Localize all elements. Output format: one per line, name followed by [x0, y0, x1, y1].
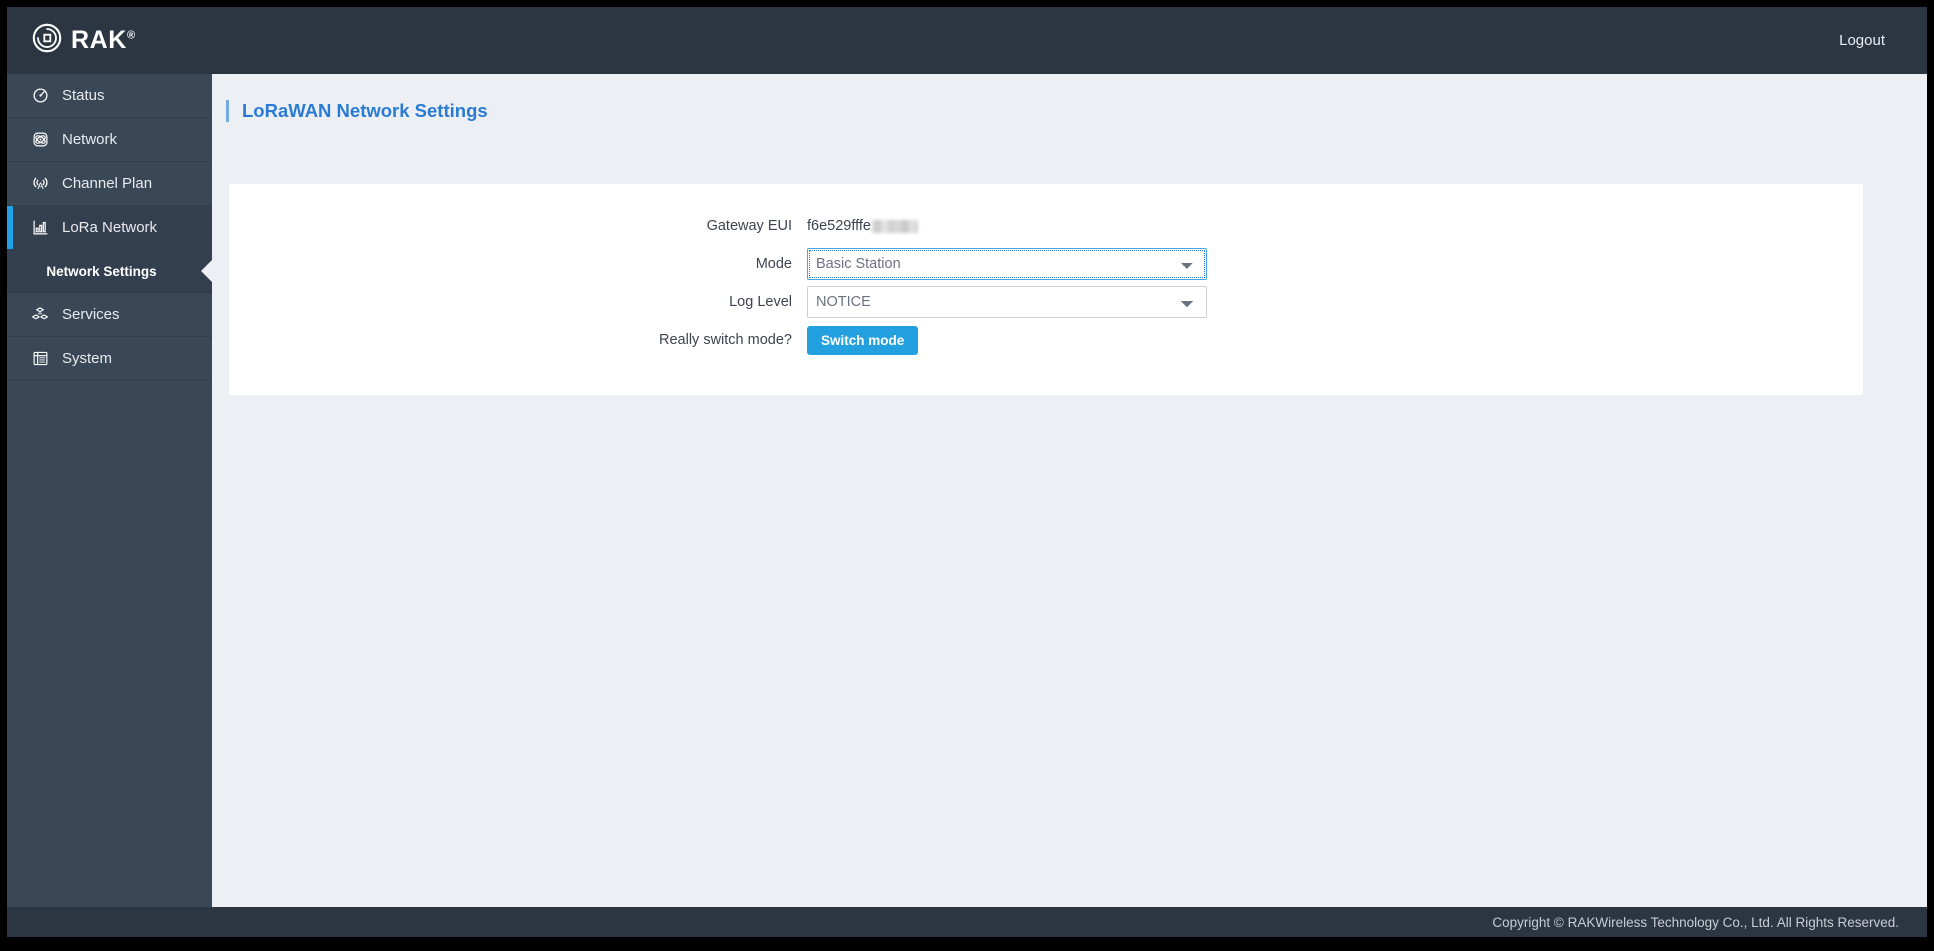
page-title-wrapper: LoRaWAN Network Settings — [226, 96, 1927, 126]
top-header-bar: RAK® Logout — [7, 7, 1927, 74]
sidebar-item-status[interactable]: Status — [7, 74, 212, 118]
sidebar-item-label: Network — [62, 131, 118, 148]
gateway-eui-value: f6e529fffe — [807, 210, 1207, 242]
settings-card: Gateway EUI f6e529fffe Mode Basic Statio… — [229, 184, 1863, 395]
mode-select[interactable]: Basic StationPacket ForwarderStation — [807, 248, 1207, 280]
app-window: RAK® Logout Status Network A Channel Pla… — [7, 7, 1927, 937]
list-table-icon — [29, 348, 51, 370]
dashboard-gauge-icon — [29, 85, 51, 107]
sidebar-item-services[interactable]: Services — [7, 293, 212, 337]
sidebar-item-network[interactable]: Network — [7, 118, 212, 162]
really-switch-mode-label: Really switch mode? — [659, 332, 792, 349]
sidebar-item-channel-plan[interactable]: A Channel Plan — [7, 162, 212, 206]
copyright-text: Copyright © RAKWireless Technology Co., … — [1492, 914, 1899, 930]
antenna-broadcast-icon: A — [29, 173, 51, 195]
logout-link[interactable]: Logout — [1839, 7, 1885, 74]
brand-wordmark: RAK® — [71, 28, 136, 53]
rak-spiral-logo-icon — [32, 23, 62, 58]
sidebar-item-system[interactable]: System — [7, 337, 212, 381]
page-title-accent-bar — [226, 100, 229, 122]
mode-label: Mode — [755, 255, 792, 272]
brand-logo[interactable]: RAK® — [32, 23, 136, 58]
sidebar-item-label: System — [62, 350, 113, 367]
page-title: LoRaWAN Network Settings — [242, 99, 488, 121]
svg-text:A: A — [37, 181, 44, 192]
sidebar-subitem-label: Network Settings — [46, 263, 157, 279]
sidebar-nav: Status Network A Channel Plan LoRa Netwo… — [7, 74, 212, 924]
gateway-eui-text: f6e529fffe — [807, 217, 871, 234]
active-pointer-arrow-icon — [201, 260, 212, 282]
form-row-log-level: Log Level DEBUGINFONOTICEWARNINGERRORCRI… — [229, 286, 1863, 318]
log-level-label: Log Level — [729, 293, 792, 310]
cubes-stack-icon — [29, 304, 51, 326]
sidebar-item-label: Channel Plan — [62, 175, 153, 192]
sidebar-item-label: LoRa Network — [62, 219, 158, 236]
sidebar-item-label: Status — [62, 87, 105, 104]
footer-bar: Copyright © RAKWireless Technology Co., … — [7, 907, 1927, 937]
switch-mode-button[interactable]: Switch mode — [807, 326, 919, 355]
registered-mark: ® — [126, 29, 136, 42]
active-indicator-bar — [7, 206, 13, 249]
sidebar-item-lora-network[interactable]: LoRa Network — [7, 206, 212, 250]
gateway-eui-redacted-block — [871, 219, 918, 233]
log-level-select[interactable]: DEBUGINFONOTICEWARNINGERRORCRITICAL — [807, 286, 1207, 318]
form-row-switch-mode: Really switch mode? Switch mode — [229, 326, 1863, 355]
form-row-mode: Mode Basic StationPacket ForwarderStatio… — [229, 248, 1863, 280]
network-globe-icon — [29, 129, 51, 151]
gateway-eui-label: Gateway EUI — [706, 217, 792, 234]
sidebar-item-label: Services — [62, 306, 120, 323]
main-content: LoRaWAN Network Settings Gateway EUI f6e… — [212, 74, 1927, 924]
brand-name-text: RAK — [71, 26, 127, 54]
form-row-gateway-eui: Gateway EUI f6e529fffe — [229, 210, 1863, 242]
bar-chart-icon — [29, 217, 51, 239]
sidebar-item-network-settings[interactable]: Network Settings — [7, 250, 212, 293]
